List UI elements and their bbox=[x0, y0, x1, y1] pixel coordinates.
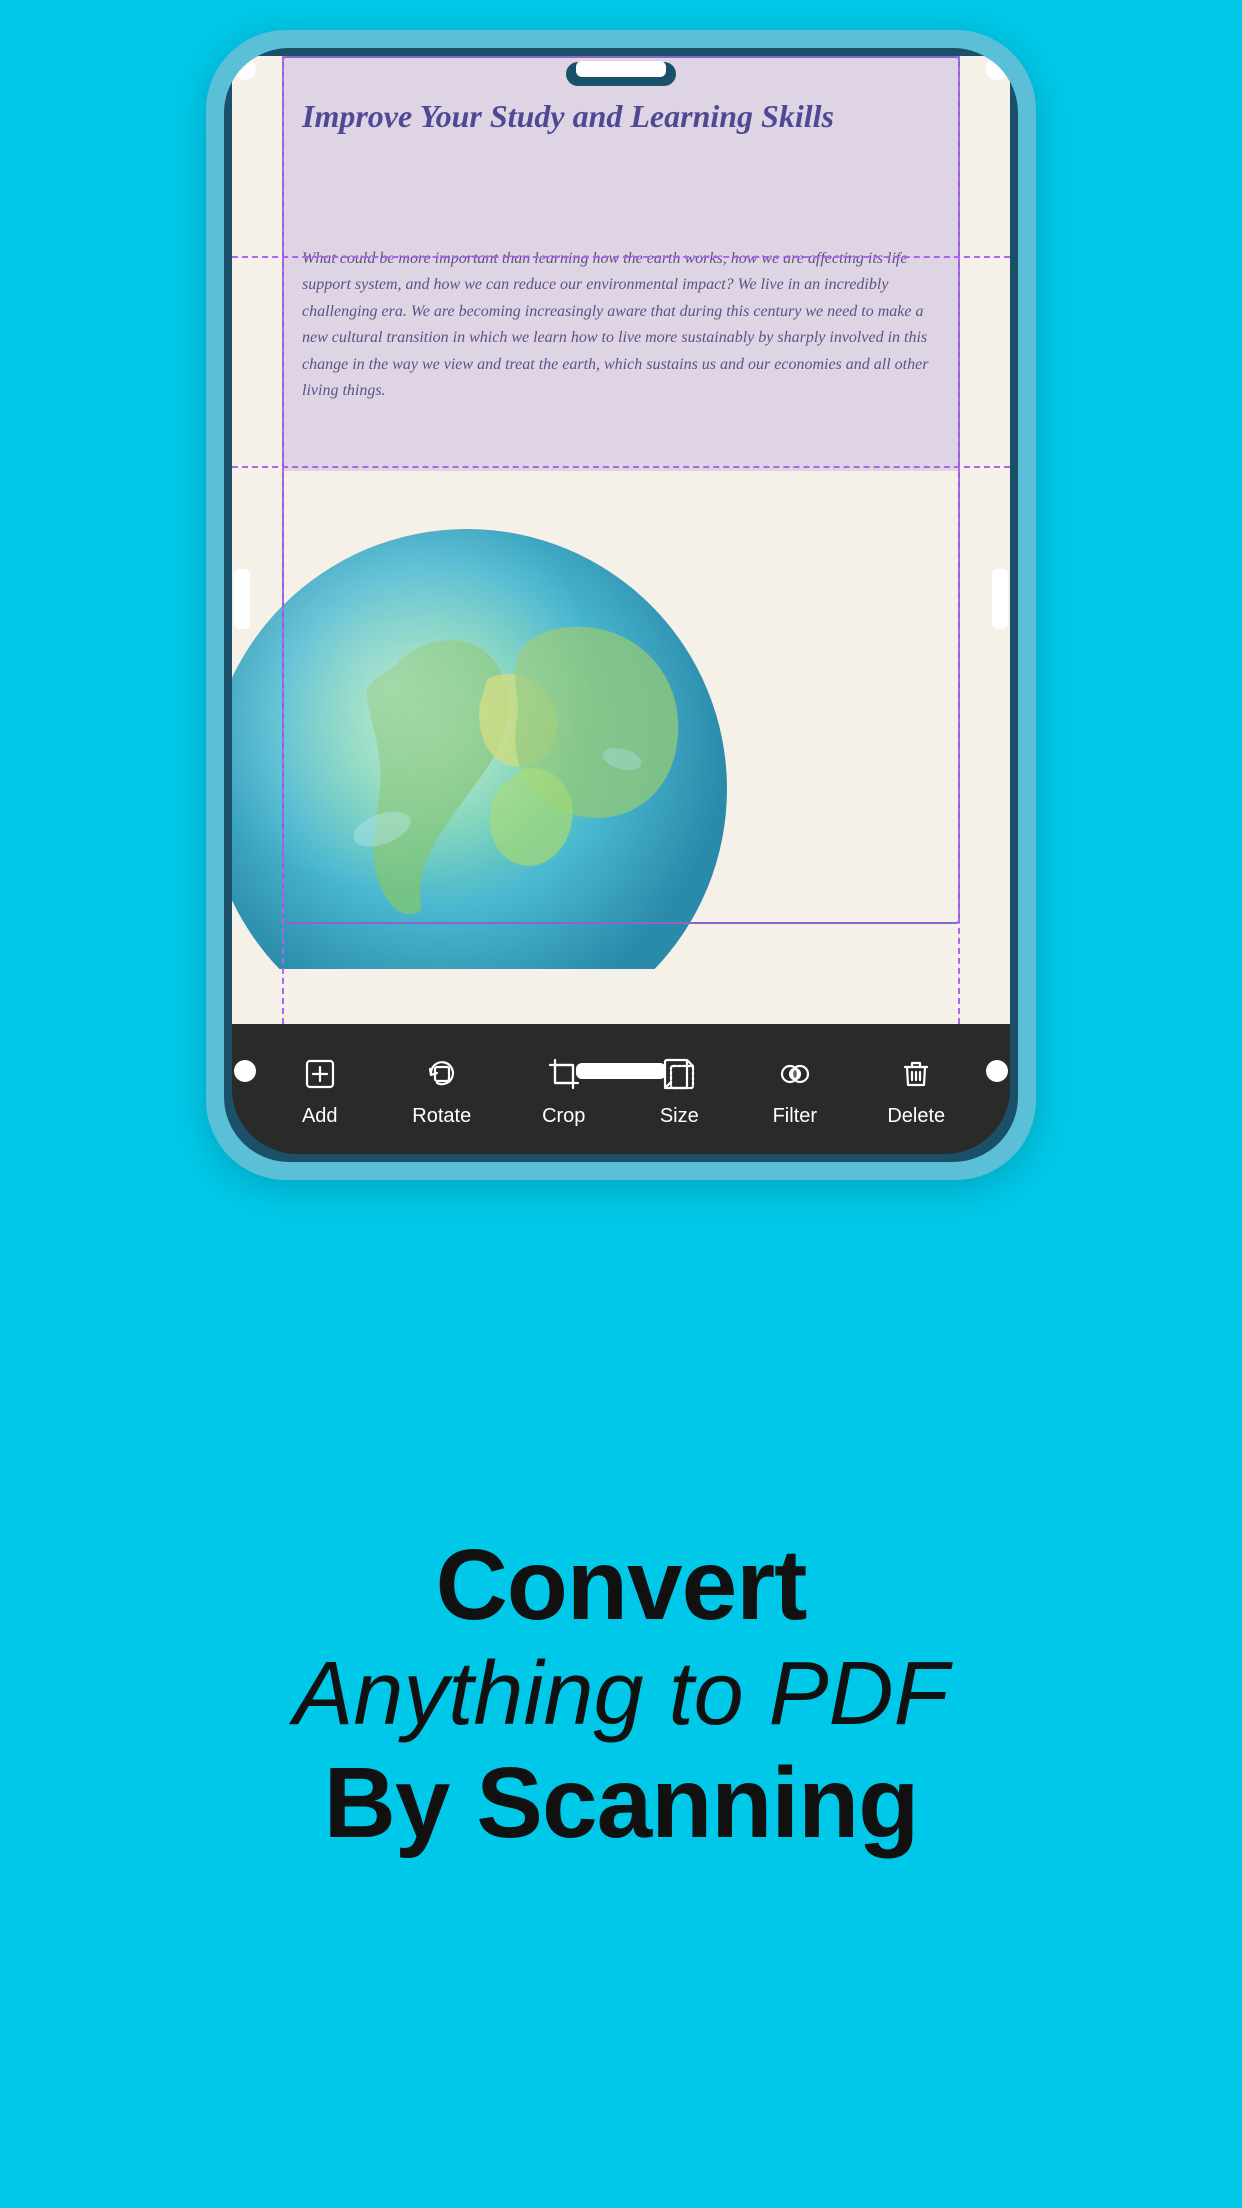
phone-screen: Improve Your Study and Learning Skills W… bbox=[224, 48, 1018, 1162]
filter-icon bbox=[772, 1051, 818, 1097]
dashed-line-h1 bbox=[232, 256, 1010, 258]
toolbar-crop[interactable]: Crop bbox=[525, 1043, 603, 1136]
handle-bottom[interactable] bbox=[576, 1063, 666, 1079]
toolbar-delete[interactable]: Delete bbox=[871, 1043, 961, 1136]
toolbar-filter-label: Filter bbox=[773, 1105, 817, 1128]
convert-line2: Anything to PDF bbox=[293, 1640, 948, 1748]
corner-handle-tr[interactable] bbox=[986, 58, 1008, 80]
toolbar-filter[interactable]: Filter bbox=[756, 1043, 834, 1136]
toolbar-size-label: Size bbox=[660, 1105, 699, 1128]
convert-line3: By Scanning bbox=[324, 1748, 919, 1858]
toolbar-add[interactable]: Add bbox=[281, 1043, 359, 1136]
toolbar-add-label: Add bbox=[302, 1105, 338, 1128]
toolbar-size[interactable]: Size bbox=[640, 1043, 718, 1136]
dashed-line-h2 bbox=[232, 466, 1010, 468]
toolbar: Add Rotate bbox=[232, 1024, 1010, 1154]
corner-handle-tl[interactable] bbox=[234, 58, 256, 80]
add-icon bbox=[297, 1051, 343, 1097]
phone-device: Improve Your Study and Learning Skills W… bbox=[206, 30, 1036, 1180]
toolbar-delete-label: Delete bbox=[887, 1105, 945, 1128]
toolbar-rotate-label: Rotate bbox=[412, 1105, 471, 1128]
toolbar-rotate[interactable]: Rotate bbox=[396, 1043, 487, 1136]
document-area: Improve Your Study and Learning Skills W… bbox=[232, 56, 1010, 1024]
handle-top[interactable] bbox=[576, 61, 666, 77]
handle-right[interactable] bbox=[992, 569, 1008, 629]
rotate-icon bbox=[419, 1051, 465, 1097]
document-body: What could be more important than learni… bbox=[302, 246, 940, 404]
handle-left[interactable] bbox=[234, 569, 250, 629]
bottom-text-section: Convert Anything to PDF By Scanning bbox=[213, 1180, 1028, 2208]
dashed-line-v1 bbox=[282, 56, 284, 1024]
dashed-line-v2 bbox=[958, 56, 960, 1024]
convert-line1: Convert bbox=[436, 1530, 807, 1640]
corner-handle-bl[interactable] bbox=[234, 1060, 256, 1082]
document-title: Improve Your Study and Learning Skills bbox=[302, 96, 940, 138]
delete-icon bbox=[893, 1051, 939, 1097]
corner-handle-br[interactable] bbox=[986, 1060, 1008, 1082]
globe-illustration bbox=[232, 479, 732, 969]
toolbar-crop-label: Crop bbox=[542, 1105, 585, 1128]
